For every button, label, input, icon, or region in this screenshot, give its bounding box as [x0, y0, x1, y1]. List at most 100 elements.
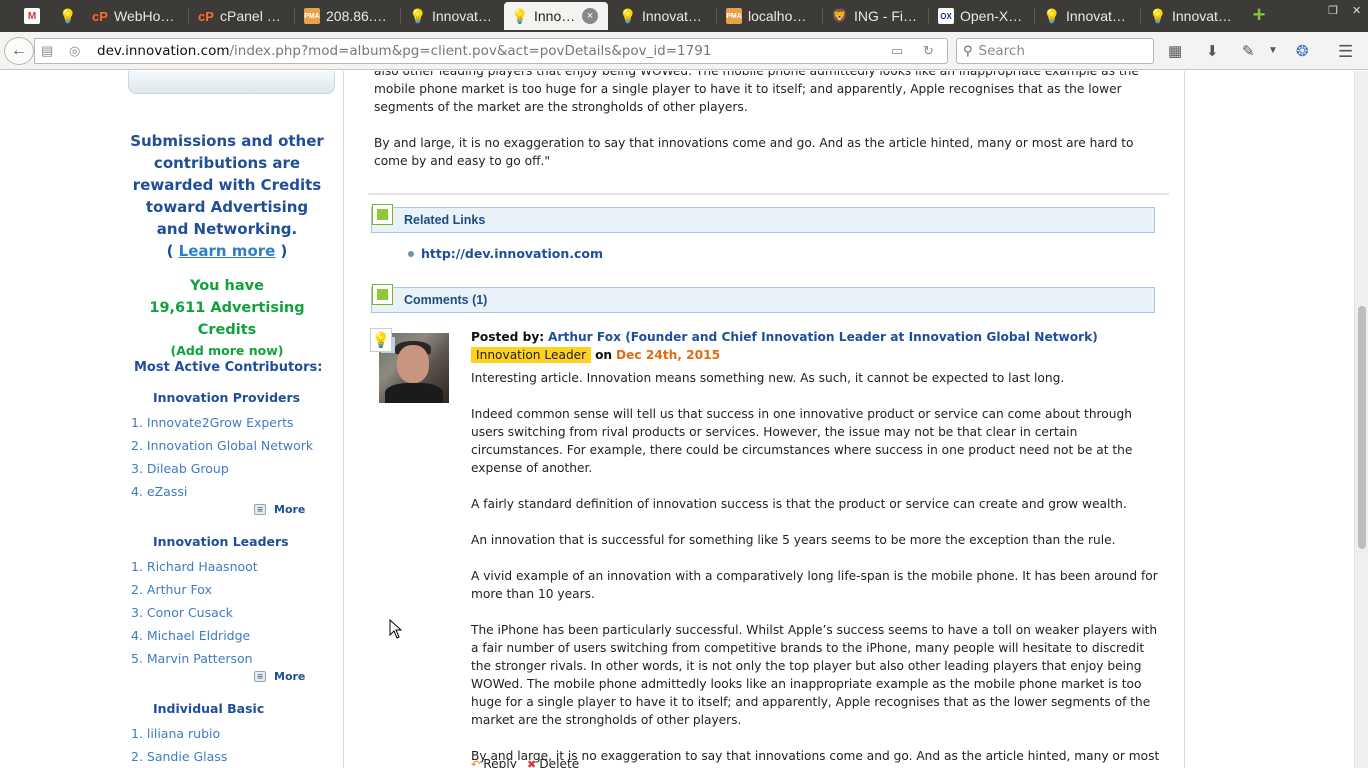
on-label: on [595, 348, 613, 362]
more-icon: ≡ [254, 504, 266, 515]
more-label: More [274, 503, 306, 516]
tab-webhost[interactable]: cP WebHo… [84, 2, 188, 30]
group-title-individual: Individual Basic [153, 701, 265, 716]
tab-innovation-2[interactable]: 💡 Innovat… [612, 2, 716, 30]
list-item[interactable]: 4. eZassi [131, 480, 313, 503]
cpanel-icon: cP [198, 8, 214, 24]
list-item[interactable]: 2. Sandie Glass [131, 745, 227, 768]
tab-label: cPanel … [220, 8, 281, 24]
more-providers-button[interactable]: ≡ More [254, 503, 305, 516]
reply-label: Reply [483, 757, 517, 768]
comment-paragraph: Indeed common sense will tell us that su… [471, 407, 1133, 475]
tab-label: Innovat… [1066, 8, 1126, 24]
add-more-credits-link[interactable]: (Add more now) [128, 341, 326, 361]
tab-label: Open-X… [960, 8, 1023, 24]
chevron-down-icon[interactable]: ▼ [1268, 45, 1278, 56]
paren: ) [275, 242, 288, 260]
tab-innovation-1[interactable]: 💡 Innovat… [402, 2, 502, 30]
article-paragraph: also other leading players that enjoy be… [374, 71, 1139, 114]
restore-window-icon[interactable]: ❐ [1328, 4, 1338, 17]
phpmyadmin-icon: PMA [726, 8, 742, 24]
tab-label: Inno… [534, 8, 576, 24]
close-tab-icon[interactable]: × [582, 8, 598, 24]
bulb-icon: 💡 [1043, 7, 1061, 24]
list-item[interactable]: 3. Conor Cusack [131, 601, 258, 624]
list-item[interactable]: 1. liliana rubio [131, 722, 227, 745]
new-tab-icon[interactable]: + [1250, 4, 1268, 26]
page-scrollbar[interactable] [1354, 71, 1368, 768]
reply-button[interactable]: ↶ Reply [471, 757, 517, 768]
list-item[interactable]: 3. Dileab Group [131, 457, 313, 480]
contributors-title: Most Active Contributors: [134, 360, 323, 375]
section-square-icon [372, 284, 393, 305]
more-icon: ≡ [254, 671, 266, 682]
section-title: Comments (1) [404, 293, 488, 307]
globe-icon: ◎ [69, 43, 81, 58]
bulb-icon: 💡 [1149, 7, 1167, 24]
group-title-leaders: Innovation Leaders [153, 534, 289, 549]
tab-phpmyadmin-remote[interactable]: PMA 208.86.… [296, 2, 400, 30]
phpmyadmin-icon: PMA [304, 8, 320, 24]
bullet-icon [408, 250, 414, 257]
credits-label: You have [190, 278, 264, 294]
back-button[interactable]: ← [4, 37, 34, 65]
comment-body: Interesting article. Innovation means so… [471, 369, 1161, 768]
related-links-header: Related Links [371, 204, 1155, 233]
delete-button[interactable]: ✖ Delete [527, 757, 579, 768]
list-item[interactable]: 4. Michael Eldridge [131, 624, 258, 647]
url-domain: dev.innovation.com [97, 43, 230, 59]
reader-view-icon[interactable]: ▭ [891, 43, 903, 59]
tab-bar: M 💡 cP WebHo… cP cPanel … PMA 208.86.… 💡 Inn… [0, 0, 1368, 32]
tab-label: Innovat… [1172, 8, 1232, 24]
search-placeholder: Search [978, 43, 1025, 59]
paren: ( [166, 242, 179, 260]
tab-innovation-active[interactable]: 💡 Inno… × [504, 2, 608, 30]
url-path: /index.php?mod=album&pg=client.pov&act=p… [229, 43, 712, 59]
ox-icon: OX [938, 8, 954, 24]
list-item[interactable]: 2. Innovation Global Network [131, 434, 313, 457]
learn-more-line: ( Learn more ) [128, 240, 326, 262]
url-bar[interactable]: ▤ ◎ dev.innovation.com/index.php?mod=alb… [34, 38, 948, 64]
tab-gmail[interactable]: M [16, 2, 50, 30]
list-item[interactable]: 2. Arthur Fox [131, 578, 258, 601]
close-window-icon[interactable]: ✕ [1352, 4, 1361, 17]
search-input[interactable]: ⚲ Search [956, 38, 1154, 64]
more-leaders-button[interactable]: ≡ More [254, 670, 305, 683]
related-link[interactable]: http://dev.innovation.com [421, 246, 603, 261]
section-square-icon [372, 204, 393, 225]
promo-text: and Networking. [156, 220, 298, 238]
article-paragraph: By and large, it is no exaggeration to s… [374, 136, 1134, 168]
tab-label: 208.86.… [326, 8, 387, 24]
tab-innovation-4[interactable]: 💡 Innovat… [1142, 2, 1246, 30]
column-divider [1184, 71, 1185, 768]
related-link-item: http://dev.innovation.com [408, 246, 603, 261]
promo-text: Submissions and other [130, 132, 324, 150]
comment-author-link[interactable]: Arthur Fox (Founder and Chief Innovation… [548, 330, 1098, 344]
list-item[interactable]: 1. Innovate2Grow Experts [131, 411, 313, 434]
tab-pinned-innovation[interactable]: 💡 [52, 2, 80, 30]
menu-icon[interactable]: ☰ [1338, 42, 1353, 62]
download-icon[interactable]: ⬇ [1206, 42, 1219, 60]
library-icon[interactable]: ▦ [1168, 42, 1182, 60]
comment-paragraph: An innovation that is successful for som… [471, 533, 1116, 547]
tab-localhost[interactable]: PMA localho… [718, 2, 822, 30]
comments-header: Comments (1) [371, 284, 1155, 313]
tab-openx[interactable]: OX Open-X… [930, 2, 1034, 30]
cpanel-icon: cP [92, 8, 108, 24]
list-item[interactable]: 1. Richard Haasnoot [131, 555, 258, 578]
scrollbar-thumb[interactable] [1358, 306, 1366, 549]
comment-actions: ↶ Reply ✖ Delete [471, 757, 579, 768]
tab-innovation-3[interactable]: 💡 Innovat… [1036, 2, 1140, 30]
bulb-icon: 💡 [619, 7, 637, 24]
ing-icon: 🦁 [831, 8, 849, 23]
learn-more-link[interactable]: Learn more [179, 242, 276, 260]
tools-icon[interactable]: ✎ [1242, 42, 1255, 60]
reload-icon[interactable]: ↻ [923, 43, 934, 59]
tab-cpanel[interactable]: cP cPanel … [190, 2, 294, 30]
sidebar-box [128, 71, 335, 94]
individual-list: 1. liliana rubio 2. Sandie Glass [131, 722, 227, 768]
search-icon: ⚲ [963, 43, 973, 59]
list-item[interactable]: 5. Marvin Patterson [131, 647, 258, 670]
extension-icon[interactable]: ❂ [1296, 42, 1309, 60]
tab-ing[interactable]: 🦁 ING - Fi… [824, 2, 928, 30]
